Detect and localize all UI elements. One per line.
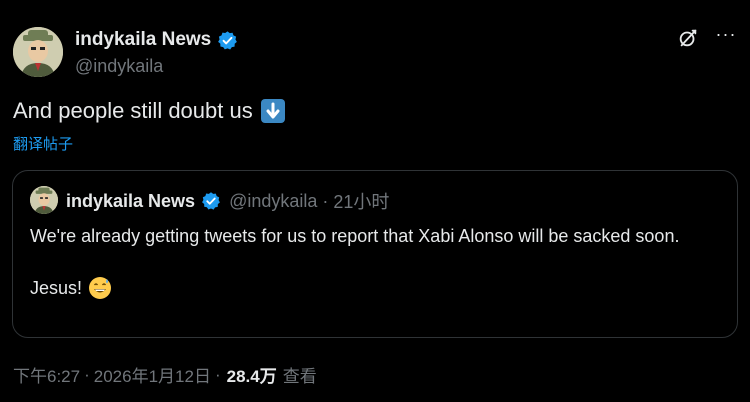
grinning-sweat-emoji-icon	[88, 276, 112, 300]
avatar[interactable]	[13, 27, 63, 77]
translate-post-link[interactable]: 翻译帖子	[13, 133, 73, 154]
quoted-text-line2: Jesus!	[30, 278, 83, 298]
more-icon[interactable]: ···	[714, 25, 738, 50]
view-count: 28.4万	[226, 367, 277, 386]
quoted-text-line1: We're already getting tweets for us to r…	[30, 226, 680, 246]
author-handle[interactable]: @indykaila	[75, 56, 163, 77]
meta-separator-1: ·	[84, 364, 90, 384]
view-label: 查看	[282, 367, 317, 386]
quoted-text-line2-row: Jesus!	[30, 275, 720, 301]
quoted-header: indykaila News @indykaila · 21小时	[66, 188, 389, 214]
quoted-separator: ·	[322, 190, 329, 211]
tweet-meta-line: 下午6:27 · 2026年1月12日 · 28.4万 查看	[13, 362, 317, 387]
quoted-handle: @indykaila	[229, 190, 318, 211]
meta-separator-2: ·	[214, 364, 221, 384]
down-arrow-emoji-icon	[260, 99, 285, 123]
quoted-avatar[interactable]	[30, 186, 58, 214]
quoted-display-name[interactable]: indykaila News	[66, 191, 195, 212]
tweet-text: And people still doubt us	[13, 98, 253, 123]
quoted-verified-badge-icon	[201, 191, 221, 211]
verified-badge-icon	[217, 30, 238, 51]
quoted-time[interactable]: 21小时	[333, 188, 389, 214]
grok-icon[interactable]	[676, 26, 700, 50]
quoted-body: We're already getting tweets for us to r…	[30, 223, 720, 301]
author-display-name[interactable]: indykaila News	[75, 29, 211, 51]
quoted-tweet-card[interactable]: indykaila News @indykaila · 21小时 We're a…	[12, 170, 738, 338]
top-right-actions: ···	[676, 25, 738, 50]
post-date[interactable]: 2026年1月12日	[94, 362, 211, 387]
tweet-text-row: And people still doubt us	[13, 98, 285, 124]
post-time[interactable]: 下午6:27	[13, 362, 80, 387]
author-name-row[interactable]: indykaila News	[75, 29, 238, 51]
